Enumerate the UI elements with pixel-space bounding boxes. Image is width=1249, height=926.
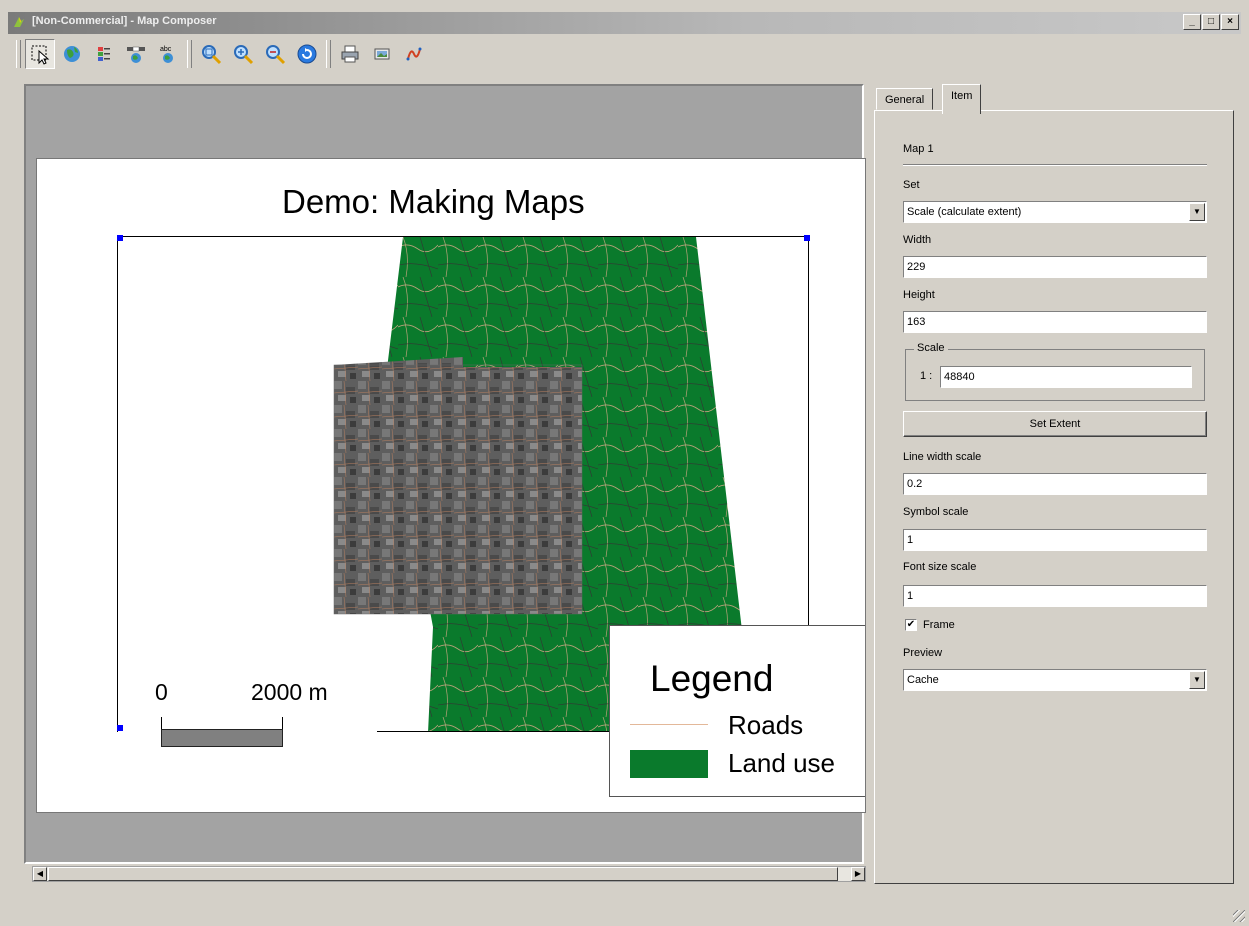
line-width-scale-input[interactable]: 0.2 <box>903 473 1207 495</box>
toolbar-separator-2 <box>326 40 331 68</box>
select-move-icon <box>31 45 50 65</box>
add-map-icon <box>64 46 80 62</box>
print-icon <box>341 45 359 63</box>
title-bar: [Non-Commercial] - Map Composer _ □ × <box>8 12 1241 34</box>
width-label: Width <box>903 234 932 246</box>
selection-handle-top-right[interactable] <box>804 235 810 241</box>
set-select-value: Scale (calculate extent) <box>907 206 1022 218</box>
select-move-button[interactable] <box>25 39 55 69</box>
export-svg-button[interactable] <box>399 39 429 69</box>
scroll-right-button[interactable]: ▶ <box>851 867 865 881</box>
preview-select[interactable]: Cache ▼ <box>903 669 1207 691</box>
composer-canvas[interactable]: Demo: Making Maps 0 2000 m Legend Roads … <box>24 84 866 864</box>
width-input[interactable]: 229 <box>903 256 1207 278</box>
scalebar-start-label: 0 <box>155 679 168 705</box>
separator <box>903 164 1207 166</box>
qgis-logo-icon <box>14 17 24 27</box>
resize-grip-icon[interactable] <box>1233 910 1245 922</box>
minimize-button[interactable]: _ <box>1183 14 1201 30</box>
set-select[interactable]: Scale (calculate extent) ▼ <box>903 201 1207 223</box>
zoom-full-button[interactable] <box>196 39 226 69</box>
preview-label: Preview <box>903 647 943 659</box>
add-map-button[interactable] <box>57 39 87 69</box>
zoom-in-button[interactable] <box>228 39 258 69</box>
toolbar: abc <box>14 36 474 72</box>
chevron-down-icon[interactable]: ▼ <box>1189 671 1205 689</box>
item-name-label: Map 1 <box>903 143 934 155</box>
font-size-scale-label: Font size scale <box>903 561 977 573</box>
close-button[interactable]: × <box>1221 14 1239 30</box>
window-title: [Non-Commercial] - Map Composer <box>32 15 217 27</box>
symbol-scale-input[interactable]: 1 <box>903 529 1207 551</box>
line-width-scale-label: Line width scale <box>903 451 982 463</box>
legend-land-use-label: Land use <box>728 748 835 778</box>
scrollbar-thumb[interactable] <box>48 867 838 881</box>
preview-select-value: Cache <box>907 674 939 686</box>
frame-checkbox[interactable]: ✔ <box>905 619 917 631</box>
toolbar-separator <box>187 40 192 68</box>
scale-prefix-label: 1 : <box>920 370 933 382</box>
export-image-icon <box>374 48 390 60</box>
add-vector-legend-icon <box>98 47 110 61</box>
legend-land-use-symbol <box>630 750 708 778</box>
font-size-scale-input[interactable]: 1 <box>903 585 1207 607</box>
tab-item[interactable]: Item <box>942 84 982 114</box>
set-label: Set <box>903 179 920 191</box>
refresh-icon <box>297 44 317 64</box>
zoom-out-button[interactable] <box>260 39 290 69</box>
print-button[interactable] <box>335 39 365 69</box>
zoom-out-icon <box>266 45 286 65</box>
height-input[interactable]: 163 <box>903 311 1207 333</box>
add-scalebar-button[interactable] <box>121 39 151 69</box>
selection-handle-top-left[interactable] <box>117 235 123 241</box>
item-options-panel: General Item Map 1 Set Scale (calculate … <box>872 80 1236 886</box>
zoom-in-icon <box>234 45 254 65</box>
scale-groupbox: Scale 1 : 48840 <box>905 342 1205 401</box>
add-label-button[interactable]: abc <box>153 39 183 69</box>
maximize-button[interactable]: □ <box>1202 14 1220 30</box>
map-title-label[interactable]: Demo: Making Maps <box>282 183 585 221</box>
toolbar-grip[interactable] <box>16 40 21 68</box>
export-svg-icon <box>406 47 422 61</box>
set-extent-button[interactable]: Set Extent <box>903 411 1207 437</box>
export-image-button[interactable] <box>367 39 397 69</box>
selection-handle-bottom-left[interactable] <box>117 725 123 731</box>
legend-title: Legend <box>650 658 774 699</box>
scalebar-segment <box>161 729 283 747</box>
horizontal-scrollbar[interactable]: ◀ ▶ <box>32 866 866 882</box>
tab-item-content: Map 1 Set Scale (calculate extent) ▼ Wid… <box>874 110 1234 884</box>
legend-item[interactable]: Legend Roads Land use <box>609 625 865 797</box>
scale-input[interactable]: 48840 <box>940 366 1192 388</box>
add-legend-button[interactable] <box>89 39 119 69</box>
scalebar-tick <box>161 717 162 729</box>
scale-group-title: Scale <box>914 342 948 354</box>
scalebar-tick <box>282 717 283 729</box>
tab-general[interactable]: General <box>876 88 934 110</box>
height-label: Height <box>903 289 935 301</box>
add-scalebar-icon <box>127 46 145 63</box>
paper[interactable]: Demo: Making Maps 0 2000 m Legend Roads … <box>36 158 866 813</box>
legend-roads-label: Roads <box>728 710 804 740</box>
frame-label: Frame <box>923 619 955 631</box>
add-label-icon: abc <box>160 46 173 63</box>
refresh-button[interactable] <box>292 39 322 69</box>
scalebar-end-label: 2000 m <box>251 679 328 705</box>
scroll-left-button[interactable]: ◀ <box>33 867 47 881</box>
legend-roads-symbol <box>630 724 708 725</box>
zoom-full-icon <box>202 45 222 65</box>
chevron-down-icon[interactable]: ▼ <box>1189 203 1205 221</box>
svg-text:abc: abc <box>160 46 172 53</box>
symbol-scale-label: Symbol scale <box>903 506 969 518</box>
